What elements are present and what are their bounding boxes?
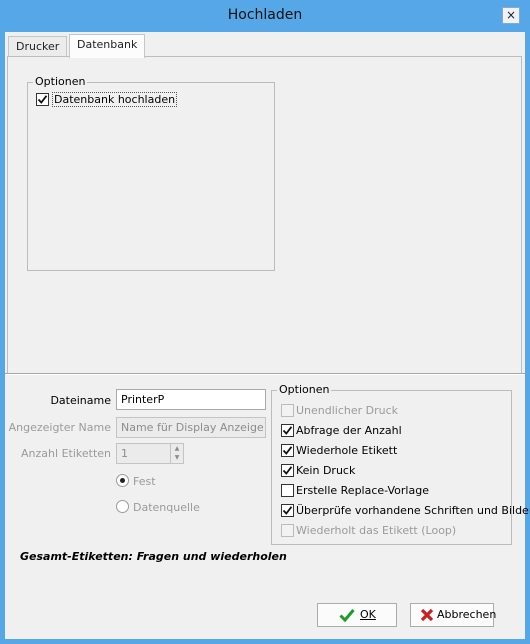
wiederhole-etikett-label: Wiederhole Etikett [296, 444, 398, 457]
summary-text: Gesamt-Etiketten: Fragen und wiederholen [20, 550, 287, 563]
stepper-down-icon[interactable]: ▼ [171, 453, 183, 462]
checkmark-icon [282, 506, 293, 515]
replace-vorlage-checkbox[interactable] [281, 484, 294, 497]
checkmark-icon [37, 95, 48, 104]
green-check-icon [339, 609, 355, 623]
close-button[interactable]: × [502, 7, 520, 24]
window-title: Hochladen [227, 7, 303, 23]
checkmark-icon [282, 466, 293, 475]
tab-panel-datenbank: Optionen Datenbank hochladen [7, 56, 522, 375]
schriften-bilder-checkbox[interactable] [281, 504, 294, 517]
cancel-button[interactable]: Abbrechen [410, 603, 497, 627]
ok-button[interactable]: OK [317, 603, 397, 627]
cancel-label: Abbrechen [437, 608, 497, 621]
tab-drucker[interactable]: Drucker [8, 36, 68, 58]
abfrage-anzahl-label: Abfrage der Anzahl [296, 424, 402, 437]
dialog-client-area: Drucker Datenbank Optionen Datenbank hoc… [5, 32, 530, 639]
close-icon: × [505, 8, 517, 22]
checkmark-icon [282, 426, 293, 435]
separator-line [5, 373, 525, 375]
radio-fest[interactable] [116, 474, 129, 487]
unendlicher-druck-checkbox[interactable] [281, 404, 294, 417]
display-name-label: Angezeigter Name [8, 421, 111, 434]
dateiname-label: Dateiname [50, 394, 111, 407]
kein-druck-checkbox[interactable] [281, 464, 294, 477]
dialog-window: Hochladen × Drucker Datenbank Optionen D… [0, 0, 530, 644]
upload-database-label[interactable]: Datenbank hochladen [52, 92, 178, 107]
datenbank-options-group: Optionen Datenbank hochladen [27, 75, 275, 271]
checkmark-icon [282, 446, 293, 455]
ok-label: OK [360, 608, 376, 621]
anzahl-stepper[interactable]: ▲ ▼ [170, 444, 183, 463]
radio-fest-label: Fest [133, 475, 156, 488]
groupbox-title: Optionen [33, 75, 88, 88]
dateiname-input[interactable]: PrinterP [116, 389, 266, 410]
print-options-group: Optionen Unendlicher Druck Abfrage der A… [271, 383, 530, 545]
radio-datenquelle-label: Datenquelle [133, 501, 200, 514]
schriften-bilder-label: Überprüfe vorhandene Schriften und Bilde… [296, 504, 530, 517]
abfrage-anzahl-checkbox[interactable] [281, 424, 294, 437]
radio-selected-dot [120, 478, 125, 483]
radio-datenquelle[interactable] [116, 500, 129, 513]
upload-database-checkbox[interactable] [36, 93, 49, 106]
wiederhole-etikett-checkbox[interactable] [281, 444, 294, 457]
red-x-icon [420, 608, 434, 622]
unendlicher-druck-label: Unendlicher Druck [296, 404, 399, 417]
groupbox-title: Optionen [277, 383, 332, 396]
tab-datenbank[interactable]: Datenbank [69, 34, 146, 58]
loop-checkbox[interactable] [281, 524, 294, 537]
replace-vorlage-label: Erstelle Replace-Vorlage [296, 484, 429, 497]
anzahl-label: Anzahl Etiketten [21, 447, 111, 460]
stepper-up-icon[interactable]: ▲ [171, 444, 183, 453]
loop-label: Wiederholt das Etikett (Loop) [296, 524, 457, 537]
kein-druck-label: Kein Druck [296, 464, 356, 477]
display-name-input[interactable]: Name für Display Anzeige [116, 417, 266, 438]
title-bar[interactable]: Hochladen × [0, 0, 530, 32]
